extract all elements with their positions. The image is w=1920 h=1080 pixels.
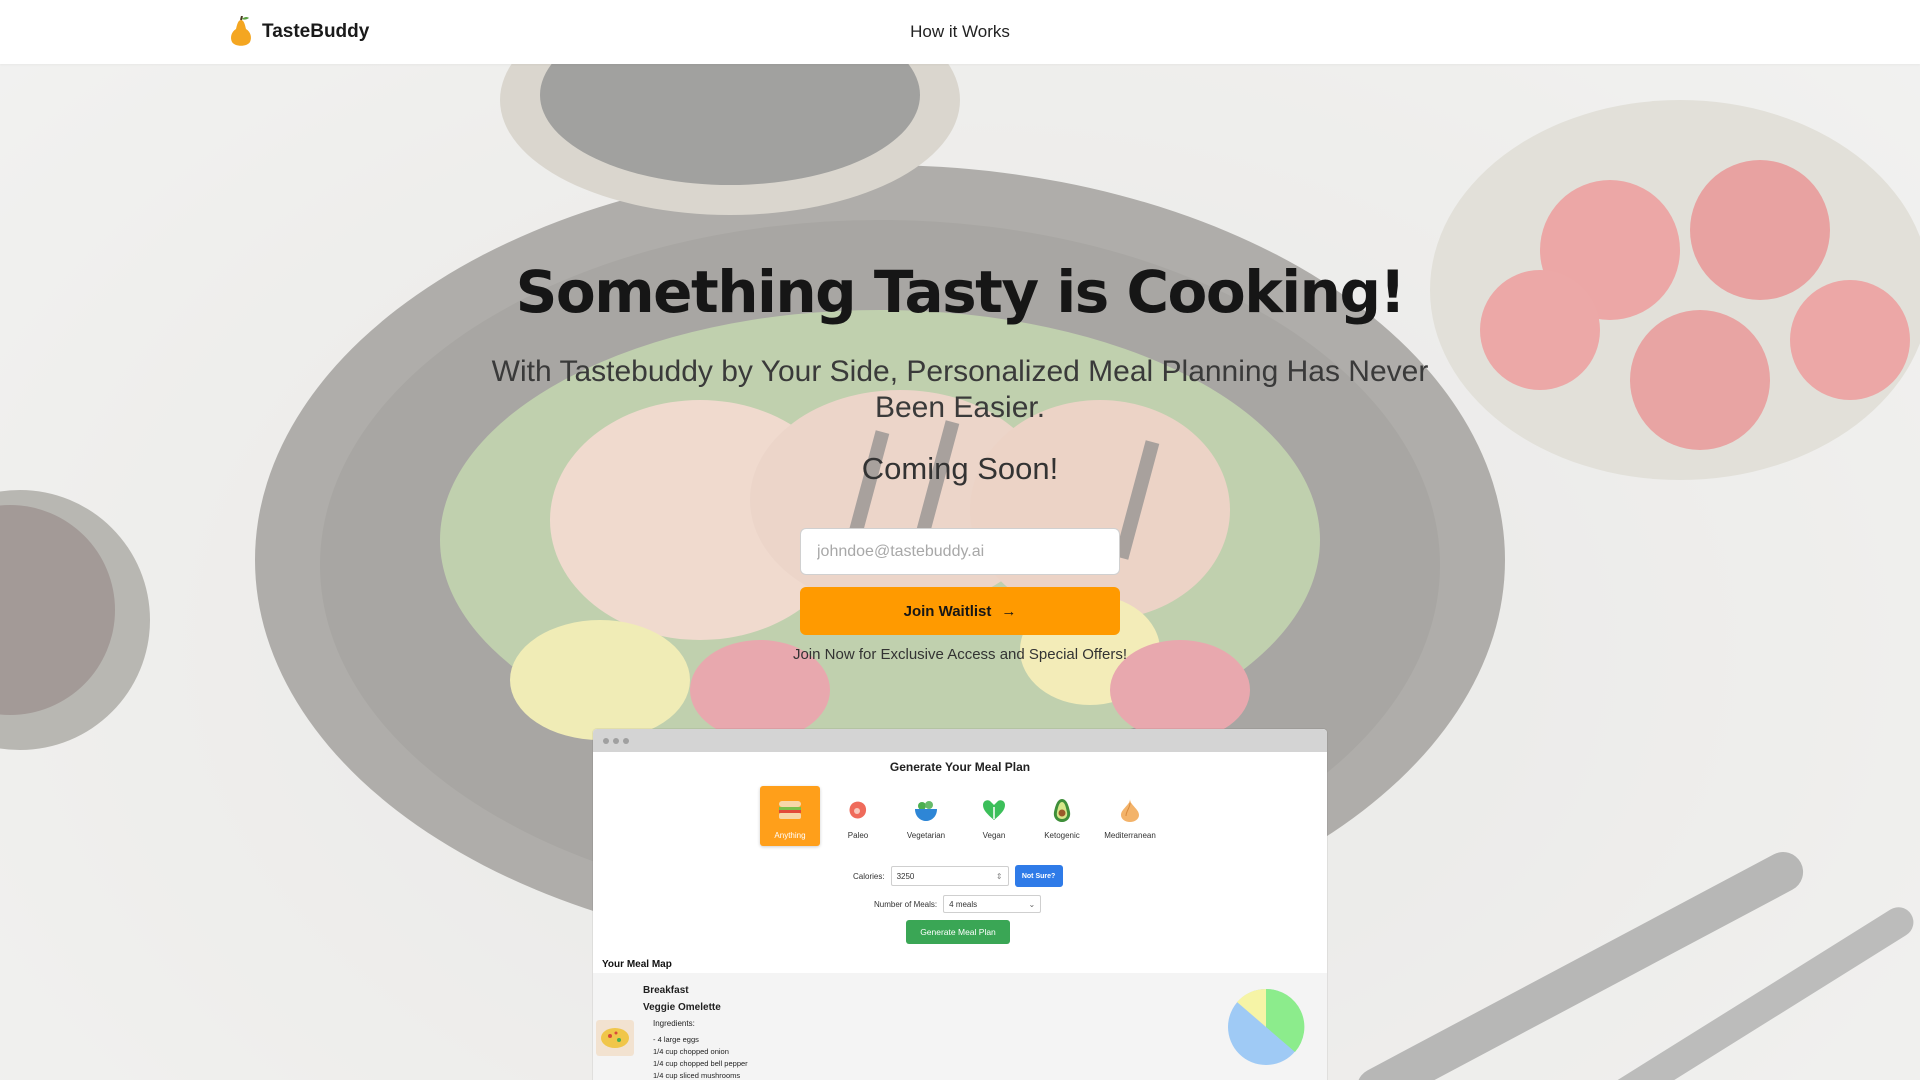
ingredient-item: - 4 large eggs — [653, 1035, 699, 1044]
diet-option-vegetarian[interactable]: Vegetarian — [896, 786, 956, 846]
coming-soon-text: Coming Soon! — [861, 451, 1059, 486]
diet-label: Anything — [774, 831, 806, 840]
nav-how-it-works-link[interactable]: How it Works — [910, 22, 1010, 41]
join-waitlist-button[interactable]: Join Waitlist → — [800, 587, 1120, 635]
brand-logo[interactable]: TasteBuddy — [228, 16, 369, 48]
calories-row: Calories: 3250 ⇕ Not Sure? — [853, 865, 1063, 887]
meals-label: Number of Meals: — [874, 899, 938, 909]
ingredient-item: 1/4 cup chopped bell pepper — [653, 1059, 748, 1068]
diet-label: Vegetarian — [906, 831, 946, 840]
preview-title-bar — [593, 729, 1327, 752]
email-input[interactable] — [800, 528, 1120, 575]
hero-title: Something Tasty is Cooking! — [515, 258, 1406, 326]
diet-option-mediterranean[interactable]: Mediterranean — [1100, 786, 1160, 846]
window-dot-icon — [603, 737, 609, 744]
sandwich-icon — [779, 801, 801, 819]
window-dot-icon — [613, 737, 619, 744]
pear-icon — [231, 16, 251, 46]
chevron-down-icon: ⌄ — [1028, 899, 1036, 909]
calories-value: 3250 — [896, 871, 915, 881]
meal-map-title: Your Meal Map — [602, 959, 672, 970]
meal-category: Breakfast — [643, 985, 689, 996]
meal-map-panel: Breakfast Veggie Omelette Ingredients: -… — [593, 973, 1327, 1080]
calories-input[interactable]: 3250 ⇕ — [890, 866, 1009, 886]
meals-select[interactable]: 4 meals ⌄ — [943, 895, 1042, 913]
diet-option-vegan[interactable]: Vegan — [964, 786, 1024, 846]
macro-pie-chart — [1228, 988, 1305, 1065]
salad-bowl-icon — [915, 801, 937, 821]
omelette-image — [596, 1020, 634, 1056]
hero-subtitle: With Tastebuddy by Your Side, Personaliz… — [491, 355, 1429, 424]
app-preview-window: Generate Your Meal Plan Anything Paleo V… — [593, 729, 1327, 1080]
top-navbar: TasteBuddy How it Works — [0, 0, 1920, 64]
ingredients-label: Ingredients: — [653, 1019, 695, 1028]
diet-option-paleo[interactable]: Paleo — [828, 786, 888, 846]
join-waitlist-label: Join Waitlist — [903, 602, 992, 620]
meal-name: Veggie Omelette — [643, 1002, 721, 1013]
brand-name: TasteBuddy — [262, 21, 370, 42]
diet-label: Ketogenic — [1044, 831, 1080, 840]
meals-row: Number of Meals: 4 meals ⌄ — [874, 895, 1042, 913]
diet-option-anything[interactable]: Anything — [760, 786, 820, 846]
ingredient-item: 1/4 cup chopped onion — [653, 1047, 729, 1056]
join-note: Join Now for Exclusive Access and Specia… — [792, 646, 1128, 663]
generate-meal-plan-button[interactable]: Generate Meal Plan — [906, 920, 1010, 944]
ingredients-list: - 4 large eggs 1/4 cup chopped onion 1/4… — [653, 1034, 748, 1080]
diet-label: Vegan — [982, 831, 1006, 840]
window-dot-icon — [623, 737, 629, 744]
meat-icon — [849, 801, 867, 819]
arrow-right-icon: → — [1001, 602, 1017, 620]
preview-heading: Generate Your Meal Plan — [889, 760, 1031, 774]
calories-label: Calories: — [853, 871, 885, 881]
stepper-icon: ⇕ — [995, 871, 1003, 881]
diet-options: Anything Paleo Vegetarian Vegan Ketogeni… — [760, 786, 1160, 846]
diet-label: Paleo — [847, 831, 869, 840]
meals-value: 4 meals — [949, 899, 978, 909]
ingredient-item: 1/4 cup sliced mushrooms — [653, 1071, 741, 1080]
avocado-icon — [1053, 799, 1071, 822]
leaf-heart-icon — [983, 800, 1005, 820]
diet-option-ketogenic[interactable]: Ketogenic — [1032, 786, 1092, 846]
diet-label: Mediterranean — [1104, 831, 1156, 840]
onion-icon — [1121, 799, 1139, 822]
not-sure-button[interactable]: Not Sure? — [1014, 865, 1063, 887]
